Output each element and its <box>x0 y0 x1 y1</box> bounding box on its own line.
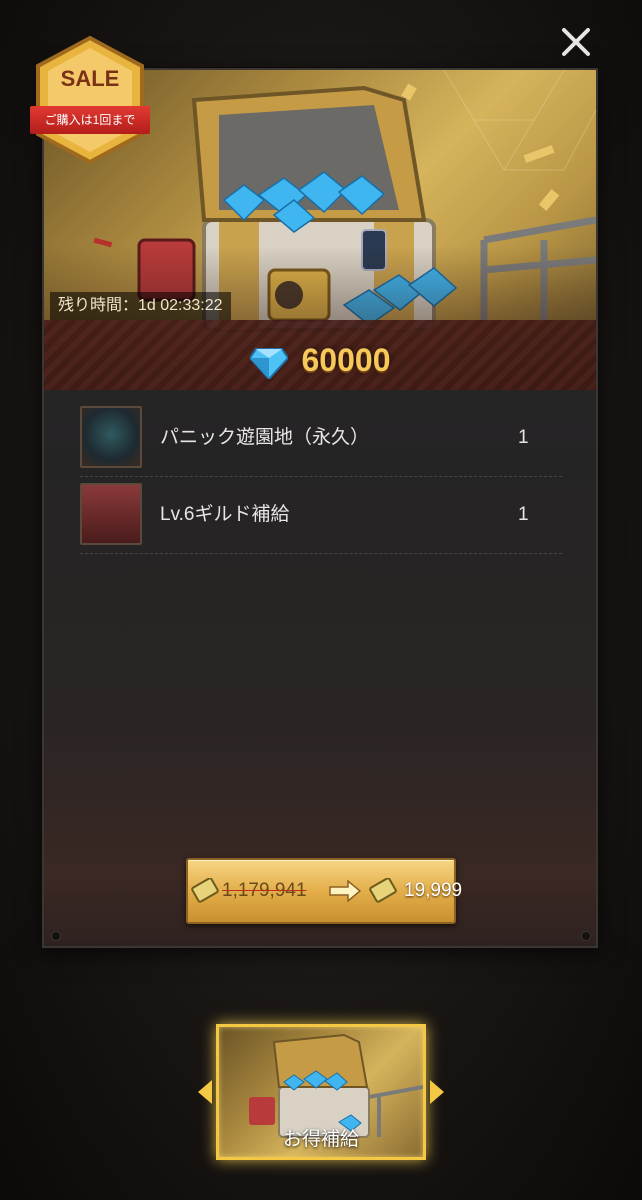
tab-label: お得補給 <box>282 1129 359 1150</box>
next-arrow[interactable] <box>430 1080 444 1104</box>
original-price: 1,179,941 <box>222 880 307 901</box>
list-item: パニック遊園地（永久） 1 <box>80 400 562 477</box>
chevron-right-icon <box>430 1080 444 1104</box>
close-icon <box>562 28 590 56</box>
diamond-reward: 60000 <box>44 342 596 381</box>
countdown-timer: 残り時間：1d 02:33:22 <box>50 292 231 320</box>
panel-screw <box>52 932 60 940</box>
diamond-amount: 60000 <box>301 342 391 378</box>
close-button[interactable] <box>556 22 596 62</box>
panic-amusement-park-icon <box>80 406 142 468</box>
previous-arrow[interactable] <box>198 1080 212 1104</box>
item-name: パニック遊園地（永久） <box>160 427 370 448</box>
item-quantity: 1 <box>518 427 529 448</box>
tab-offer-supply[interactable]: お得補給 <box>216 1024 426 1160</box>
guild-supply-chest-icon <box>80 483 142 545</box>
sale-hexagon-icon <box>36 36 144 165</box>
sale-price: 19,999 <box>404 880 463 901</box>
ticket-icon <box>191 878 219 903</box>
item-quantity: 1 <box>518 504 529 525</box>
ticket-icon <box>369 878 397 903</box>
reward-list: パニック遊園地（永久） 1 Lv.6ギルド補給 1 <box>80 400 562 554</box>
item-name: Lv.6ギルド補給 <box>160 504 290 525</box>
purchase-button[interactable]: 1,179,941 19,999 <box>186 858 462 924</box>
purchase-limit-label: ご購入は1回まで <box>30 106 150 134</box>
arrow-right-icon <box>329 880 362 902</box>
diamond-icon <box>248 347 289 381</box>
sale-label: SALE <box>60 66 120 91</box>
chevron-left-icon <box>198 1080 212 1104</box>
list-item: Lv.6ギルド補給 1 <box>80 477 562 554</box>
sale-badge: SALE ご購入は1回まで <box>30 36 150 166</box>
panel-screw <box>582 932 590 940</box>
